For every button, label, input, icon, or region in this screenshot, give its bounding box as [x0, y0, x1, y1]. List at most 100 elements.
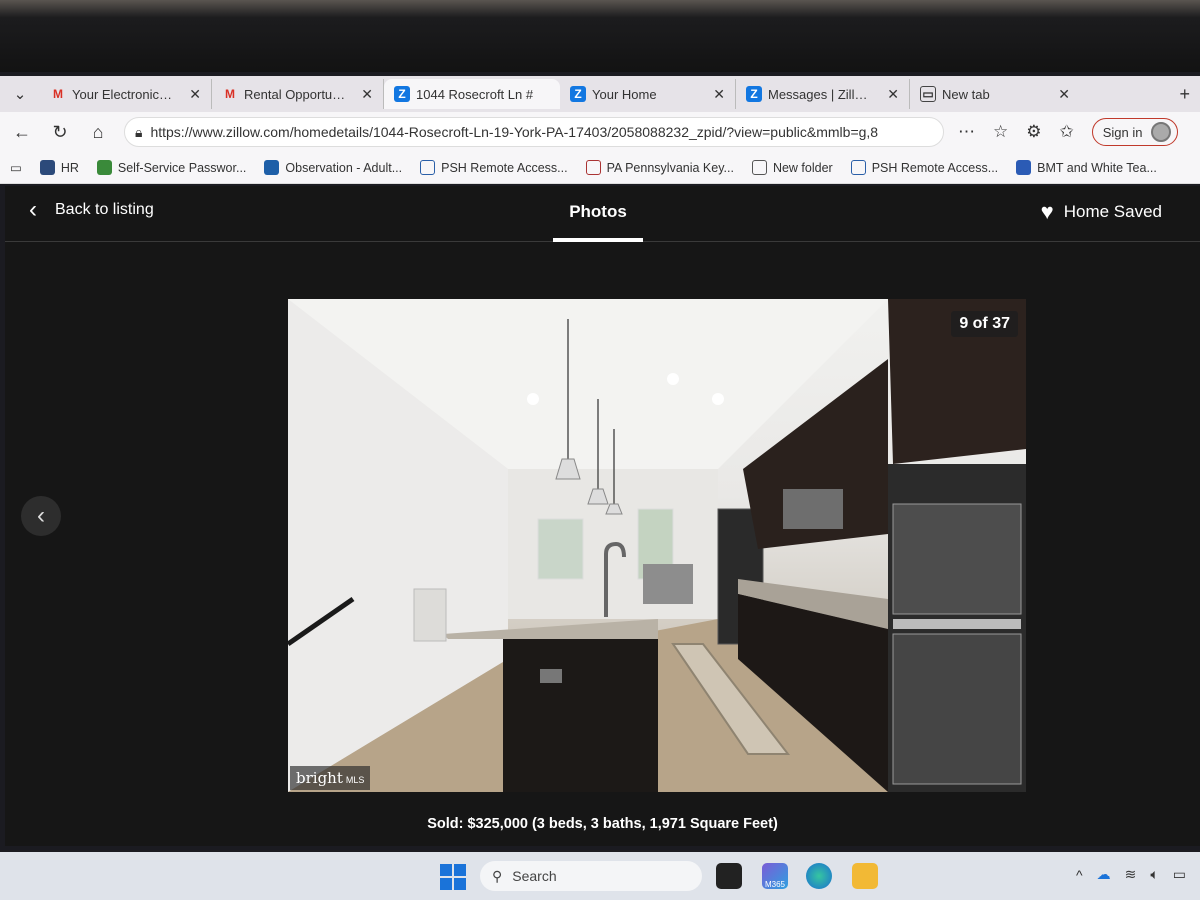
cloud-icon[interactable]: ☁: [1097, 866, 1111, 883]
home-saved-button[interactable]: ♥ Home Saved: [1040, 199, 1162, 224]
edge-icon[interactable]: [806, 863, 832, 889]
listing-photo[interactable]: 9 of 37 bright MLS: [288, 299, 1026, 792]
system-tray: ^ ☁ ≋ 🔈︎ ▭: [1076, 866, 1186, 883]
viewer-header: ‹ Back to listing Photos ♥ Home Saved: [5, 186, 1200, 242]
m365-icon[interactable]: M365: [762, 863, 788, 889]
folder-icon: [751, 160, 767, 175]
taskbar-search[interactable]: ⚲ Search: [480, 861, 702, 891]
pa-icon: [585, 160, 601, 175]
kitchen-photo-image: [288, 299, 1026, 792]
home-icon[interactable]: ⌂: [86, 122, 110, 143]
back-to-listing-button[interactable]: ‹ Back to listing: [29, 196, 154, 223]
tab-photos[interactable]: Photos: [553, 202, 643, 222]
bookmark-label: Observation - Adult...: [285, 160, 403, 175]
address-bar[interactable]: 🔒︎ https://www.zillow.com/homedetails/10…: [124, 117, 944, 147]
taskbar: ⚲ Search M365 ^ ☁ ≋ 🔈︎ ▭: [0, 852, 1200, 900]
more-options-icon[interactable]: ⋯: [958, 122, 975, 142]
tab-electronic-receipt[interactable]: M Your Electronic Rece ✕: [40, 79, 212, 109]
wifi-icon[interactable]: ≋: [1125, 866, 1137, 883]
chevron-up-icon[interactable]: ^: [1076, 867, 1083, 883]
sign-in-label: Sign in: [1102, 124, 1143, 140]
bookmark-new-folder[interactable]: New folder: [751, 160, 833, 175]
newtab-icon: ▭: [920, 86, 936, 102]
task-view-icon[interactable]: [716, 863, 742, 889]
volume-muted-icon[interactable]: 🔈︎: [1150, 866, 1158, 883]
tab-your-home[interactable]: Z Your Home ✕: [560, 79, 736, 109]
tab-list-chevron-icon[interactable]: ⌄: [0, 85, 40, 103]
bookmark-pa-pennsylvania-key[interactable]: PA Pennsylvania Key...: [585, 160, 734, 175]
bookmark-self-service-password[interactable]: Self-Service Passwor...: [96, 160, 247, 175]
bookmark-label: Self-Service Passwor...: [117, 160, 247, 175]
file-explorer-icon[interactable]: [852, 863, 878, 889]
app-icon: [264, 160, 280, 175]
bookmarks-bar: ▭ HR Self-Service Passwor... Observation…: [0, 152, 1200, 184]
tab-label: Rental Opportunity: [244, 86, 348, 102]
battery-icon[interactable]: ▭: [1173, 866, 1186, 883]
tab-strip: ⌄ M Your Electronic Rece ✕ M Rental Oppo…: [0, 76, 1200, 112]
saved-label: Home Saved: [1063, 202, 1162, 221]
tab-zillow-messages[interactable]: Z Messages | Zillow Re ✕: [736, 79, 910, 109]
close-icon[interactable]: ✕: [713, 86, 725, 103]
avatar: [1150, 122, 1171, 142]
favorite-star-icon[interactable]: ☆: [993, 122, 1008, 142]
app-icon: [96, 160, 112, 175]
outlet-icon: [540, 669, 562, 683]
back-label: Back to listing: [55, 201, 154, 218]
close-icon[interactable]: ✕: [887, 86, 899, 103]
chevron-left-icon: ‹: [37, 502, 45, 529]
bookmark-label: New folder: [772, 160, 833, 175]
tab-rental-opportunity[interactable]: M Rental Opportunity ✕: [212, 79, 384, 109]
sidebar-toggle-icon[interactable]: ▭: [10, 160, 22, 175]
tab-new-tab[interactable]: ▭ New tab ✕: [910, 79, 1080, 109]
close-icon[interactable]: ✕: [361, 86, 373, 103]
heart-icon: ♥: [1040, 199, 1054, 224]
close-icon[interactable]: ✕: [1058, 86, 1070, 103]
zillow-icon: Z: [746, 86, 762, 102]
tab-label: New tab: [942, 86, 990, 102]
navigation-bar: ← ↻ ⌂ 🔒︎ https://www.zillow.com/homedeta…: [0, 112, 1200, 152]
favorites-list-icon[interactable]: ✩: [1060, 122, 1074, 142]
chevron-left-icon: ‹: [29, 196, 37, 223]
app-icon: [1016, 160, 1032, 175]
monitor-bezel: [0, 0, 1200, 80]
tab-rosecroft-listing[interactable]: Z 1044 Rosecroft Ln #: [384, 79, 560, 109]
sign-in-button[interactable]: Sign in: [1091, 118, 1178, 146]
refresh-icon[interactable]: ↻: [48, 122, 72, 143]
watermark-suffix: MLS: [345, 775, 365, 785]
lock-icon[interactable]: 🔒︎: [135, 124, 142, 141]
search-placeholder: Search: [512, 868, 557, 884]
bookmark-observation-adult[interactable]: Observation - Adult...: [264, 160, 402, 175]
sale-caption: Sold: $325,000 (3 beds, 3 baths, 1,971 S…: [427, 816, 778, 832]
m365-badge: M365: [764, 880, 785, 889]
bookmark-label: PSH Remote Access...: [871, 160, 999, 175]
bookmark-label: BMT and White Tea...: [1037, 160, 1157, 175]
lock-icon: [420, 160, 436, 175]
bookmark-label: PA Pennsylvania Key...: [606, 160, 734, 175]
photo-counter: 9 of 37: [951, 311, 1018, 337]
search-icon: ⚲: [492, 867, 503, 884]
bookmark-hr[interactable]: HR: [39, 160, 79, 175]
tab-label: 1044 Rosecroft Ln #: [416, 86, 534, 102]
bookmark-psh-remote-access-2[interactable]: PSH Remote Access...: [850, 160, 999, 175]
bookmark-psh-remote-access[interactable]: PSH Remote Access...: [420, 160, 568, 175]
bookmark-bmt-white-team[interactable]: BMT and White Tea...: [1016, 160, 1157, 175]
extensions-icon[interactable]: ⚙: [1026, 122, 1041, 142]
active-tab-indicator: [553, 238, 643, 242]
tab-label: Messages | Zillow Re: [768, 86, 873, 102]
shield-icon: [39, 160, 55, 175]
bookmark-label: HR: [60, 160, 79, 175]
new-tab-plus-icon[interactable]: +: [1179, 84, 1190, 105]
bookmark-label: PSH Remote Access...: [441, 160, 568, 175]
tab-label: Your Electronic Rece: [72, 86, 175, 102]
tab-label: Your Home: [592, 86, 657, 102]
zillow-icon: Z: [570, 86, 586, 102]
gmail-icon: M: [53, 87, 63, 101]
url-text: https://www.zillow.com/homedetails/1044-…: [150, 124, 879, 140]
close-icon[interactable]: ✕: [189, 86, 201, 103]
back-arrow-icon[interactable]: ←: [10, 122, 34, 143]
previous-photo-button[interactable]: ‹: [21, 496, 61, 536]
windows-start-icon[interactable]: [440, 864, 466, 890]
bright-mls-watermark: bright MLS: [290, 766, 371, 790]
watermark-text: bright: [296, 769, 343, 787]
zillow-icon: Z: [394, 86, 410, 102]
